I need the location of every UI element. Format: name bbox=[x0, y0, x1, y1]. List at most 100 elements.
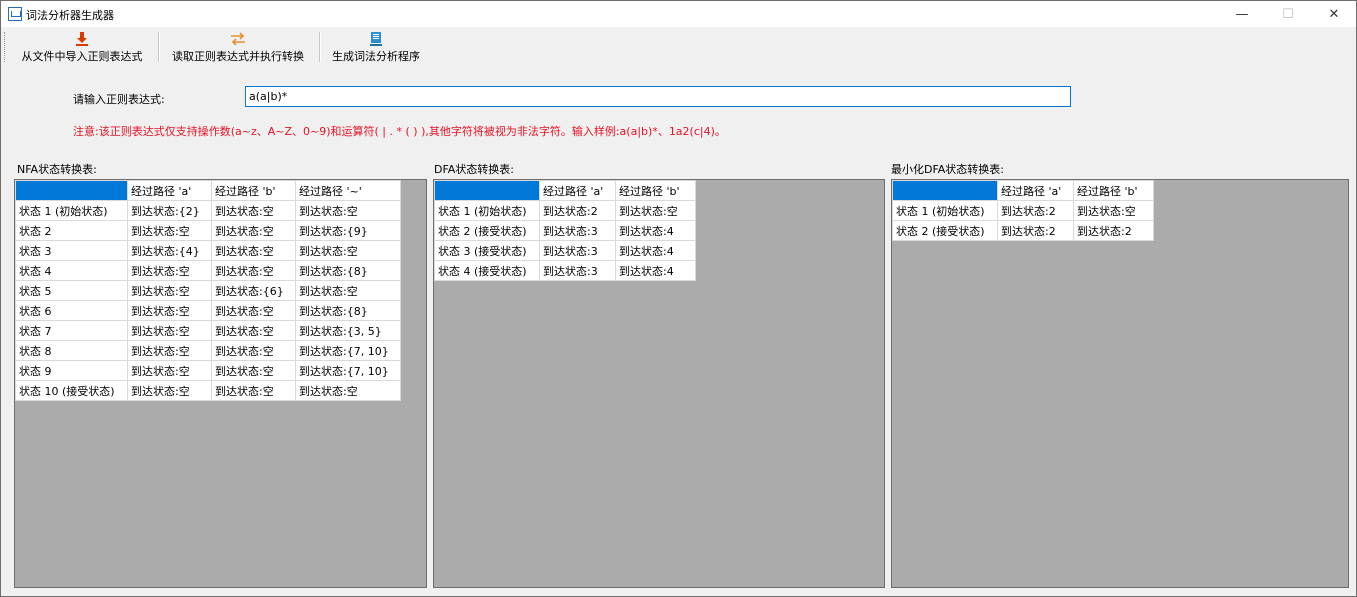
table-cell[interactable]: 到达状态:空 bbox=[127, 220, 212, 241]
table-cell[interactable]: 到达状态:2 bbox=[539, 200, 616, 221]
table-cell[interactable]: 到达状态:空 bbox=[615, 200, 696, 221]
regex-input[interactable] bbox=[245, 86, 1071, 107]
column-header[interactable]: 经过路径 'a' bbox=[997, 180, 1074, 201]
row-header[interactable]: 状态 10 (接受状态) bbox=[15, 380, 128, 401]
corner-cell[interactable] bbox=[15, 180, 128, 201]
table-cell[interactable]: 到达状态:空 bbox=[127, 340, 212, 361]
table-cell[interactable]: 到达状态:空 bbox=[211, 200, 296, 221]
table-cell[interactable]: 到达状态:空 bbox=[127, 360, 212, 381]
table-row[interactable]: 状态 1 (初始状态) 到达状态:{2} 到达状态:空 到达状态:空 bbox=[15, 200, 401, 221]
corner-cell[interactable] bbox=[434, 180, 540, 201]
min-dfa-table-title: 最小化DFA状态转换表: bbox=[891, 163, 1005, 176]
column-header[interactable]: 经过路径 'b' bbox=[615, 180, 696, 201]
table-cell[interactable]: 到达状态:{7, 10} bbox=[295, 360, 401, 381]
table-cell[interactable]: 到达状态:2 bbox=[1073, 220, 1154, 241]
column-header[interactable]: 经过路径 '~' bbox=[295, 180, 401, 201]
table-cell[interactable]: 到达状态:空 bbox=[211, 240, 296, 261]
table-cell[interactable]: 到达状态:3 bbox=[539, 240, 616, 261]
row-header[interactable]: 状态 5 bbox=[15, 280, 128, 301]
corner-cell[interactable] bbox=[892, 180, 998, 201]
table-row[interactable]: 状态 4 到达状态:空 到达状态:空 到达状态:{8} bbox=[15, 260, 401, 281]
table-cell[interactable]: 到达状态:{4} bbox=[127, 240, 212, 261]
table-row[interactable]: 状态 1 (初始状态) 到达状态:2 到达状态:空 bbox=[892, 200, 1154, 221]
table-row[interactable]: 状态 2 (接受状态) 到达状态:3 到达状态:4 bbox=[434, 220, 696, 241]
column-header[interactable]: 经过路径 'b' bbox=[1073, 180, 1154, 201]
table-row[interactable]: 状态 7 到达状态:空 到达状态:空 到达状态:{3, 5} bbox=[15, 320, 401, 341]
toolbar-separator bbox=[158, 32, 160, 62]
row-header[interactable]: 状态 3 (接受状态) bbox=[434, 240, 540, 261]
table-cell[interactable]: 到达状态:2 bbox=[997, 200, 1074, 221]
table-cell[interactable]: 到达状态:空 bbox=[211, 220, 296, 241]
dfa-grid[interactable]: 经过路径 'a' 经过路径 'b' 状态 1 (初始状态) 到达状态:2 到达状态:… bbox=[433, 179, 885, 588]
nfa-table: 经过路径 'a' 经过路径 'b' 经过路径 '~' 状态 1 (初始状态) 到达… bbox=[15, 180, 401, 401]
table-cell[interactable]: 到达状态:空 bbox=[295, 200, 401, 221]
table-cell[interactable]: 到达状态:{8} bbox=[295, 300, 401, 321]
table-cell[interactable]: 到达状态:空 bbox=[295, 240, 401, 261]
table-cell[interactable]: 到达状态:空 bbox=[211, 360, 296, 381]
table-row[interactable]: 状态 4 (接受状态) 到达状态:3 到达状态:4 bbox=[434, 260, 696, 281]
row-header[interactable]: 状态 7 bbox=[15, 320, 128, 341]
column-header[interactable]: 经过路径 'a' bbox=[127, 180, 212, 201]
table-row[interactable]: 状态 6 到达状态:空 到达状态:空 到达状态:{8} bbox=[15, 300, 401, 321]
row-header[interactable]: 状态 9 bbox=[15, 360, 128, 381]
column-header[interactable]: 经过路径 'a' bbox=[539, 180, 616, 201]
minimize-button[interactable]: — bbox=[1219, 1, 1265, 27]
row-header[interactable]: 状态 1 (初始状态) bbox=[892, 200, 998, 221]
table-cell[interactable]: 到达状态:{8} bbox=[295, 260, 401, 281]
table-row[interactable]: 状态 1 (初始状态) 到达状态:2 到达状态:空 bbox=[434, 200, 696, 221]
table-cell[interactable]: 到达状态:4 bbox=[615, 220, 696, 241]
table-cell[interactable]: 到达状态:{3, 5} bbox=[295, 320, 401, 341]
table-row[interactable]: 状态 2 (接受状态) 到达状态:2 到达状态:2 bbox=[892, 220, 1154, 241]
column-header[interactable]: 经过路径 'b' bbox=[211, 180, 296, 201]
table-row[interactable]: 状态 8 到达状态:空 到达状态:空 到达状态:{7, 10} bbox=[15, 340, 401, 361]
table-row[interactable]: 状态 3 到达状态:{4} 到达状态:空 到达状态:空 bbox=[15, 240, 401, 261]
convert-button[interactable]: 读取正则表达式并执行转换 bbox=[165, 28, 311, 66]
table-cell[interactable]: 到达状态:空 bbox=[127, 320, 212, 341]
table-cell[interactable]: 到达状态:空 bbox=[1073, 200, 1154, 221]
close-button[interactable]: ✕ bbox=[1311, 1, 1357, 27]
generate-lexer-button[interactable]: 生成词法分析程序 bbox=[327, 28, 425, 66]
table-header-row: 经过路径 'a' 经过路径 'b' bbox=[434, 180, 696, 201]
table-cell[interactable]: 到达状态:{7, 10} bbox=[295, 340, 401, 361]
table-cell[interactable]: 到达状态:空 bbox=[127, 380, 212, 401]
row-header[interactable]: 状态 4 (接受状态) bbox=[434, 260, 540, 281]
table-cell[interactable]: 到达状态:空 bbox=[127, 280, 212, 301]
table-cell[interactable]: 到达状态:空 bbox=[211, 320, 296, 341]
table-cell[interactable]: 到达状态:{2} bbox=[127, 200, 212, 221]
dfa-table-title: DFA状态转换表: bbox=[434, 163, 515, 176]
row-header[interactable]: 状态 2 (接受状态) bbox=[434, 220, 540, 241]
table-row[interactable]: 状态 5 到达状态:空 到达状态:{6} 到达状态:空 bbox=[15, 280, 401, 301]
import-regex-button[interactable]: 从文件中导入正则表达式 bbox=[15, 28, 149, 66]
maximize-button[interactable]: ☐ bbox=[1265, 1, 1311, 27]
row-header[interactable]: 状态 2 (接受状态) bbox=[892, 220, 998, 241]
table-cell[interactable]: 到达状态:{9} bbox=[295, 220, 401, 241]
table-row[interactable]: 状态 10 (接受状态) 到达状态:空 到达状态:空 到达状态:空 bbox=[15, 380, 401, 401]
row-header[interactable]: 状态 1 (初始状态) bbox=[15, 200, 128, 221]
table-cell[interactable]: 到达状态:空 bbox=[127, 260, 212, 281]
table-row[interactable]: 状态 9 到达状态:空 到达状态:空 到达状态:{7, 10} bbox=[15, 360, 401, 381]
nfa-grid[interactable]: 经过路径 'a' 经过路径 'b' 经过路径 '~' 状态 1 (初始状态) 到达… bbox=[14, 179, 427, 588]
row-header[interactable]: 状态 2 bbox=[15, 220, 128, 241]
table-cell[interactable]: 到达状态:空 bbox=[295, 380, 401, 401]
table-cell[interactable]: 到达状态:空 bbox=[211, 300, 296, 321]
table-cell[interactable]: 到达状态:空 bbox=[211, 340, 296, 361]
table-cell[interactable]: 到达状态:4 bbox=[615, 240, 696, 261]
table-cell[interactable]: 到达状态:4 bbox=[615, 260, 696, 281]
table-row[interactable]: 状态 2 到达状态:空 到达状态:空 到达状态:{9} bbox=[15, 220, 401, 241]
table-cell[interactable]: 到达状态:空 bbox=[211, 380, 296, 401]
table-row[interactable]: 状态 3 (接受状态) 到达状态:3 到达状态:4 bbox=[434, 240, 696, 261]
download-icon bbox=[74, 30, 90, 47]
table-cell[interactable]: 到达状态:2 bbox=[997, 220, 1074, 241]
row-header[interactable]: 状态 8 bbox=[15, 340, 128, 361]
table-cell[interactable]: 到达状态:{6} bbox=[211, 280, 296, 301]
table-cell[interactable]: 到达状态:空 bbox=[211, 260, 296, 281]
table-cell[interactable]: 到达状态:3 bbox=[539, 220, 616, 241]
row-header[interactable]: 状态 3 bbox=[15, 240, 128, 261]
min-dfa-grid[interactable]: 经过路径 'a' 经过路径 'b' 状态 1 (初始状态) 到达状态:2 到达状态:… bbox=[891, 179, 1349, 588]
row-header[interactable]: 状态 1 (初始状态) bbox=[434, 200, 540, 221]
table-cell[interactable]: 到达状态:3 bbox=[539, 260, 616, 281]
table-cell[interactable]: 到达状态:空 bbox=[295, 280, 401, 301]
table-cell[interactable]: 到达状态:空 bbox=[127, 300, 212, 321]
row-header[interactable]: 状态 6 bbox=[15, 300, 128, 321]
row-header[interactable]: 状态 4 bbox=[15, 260, 128, 281]
